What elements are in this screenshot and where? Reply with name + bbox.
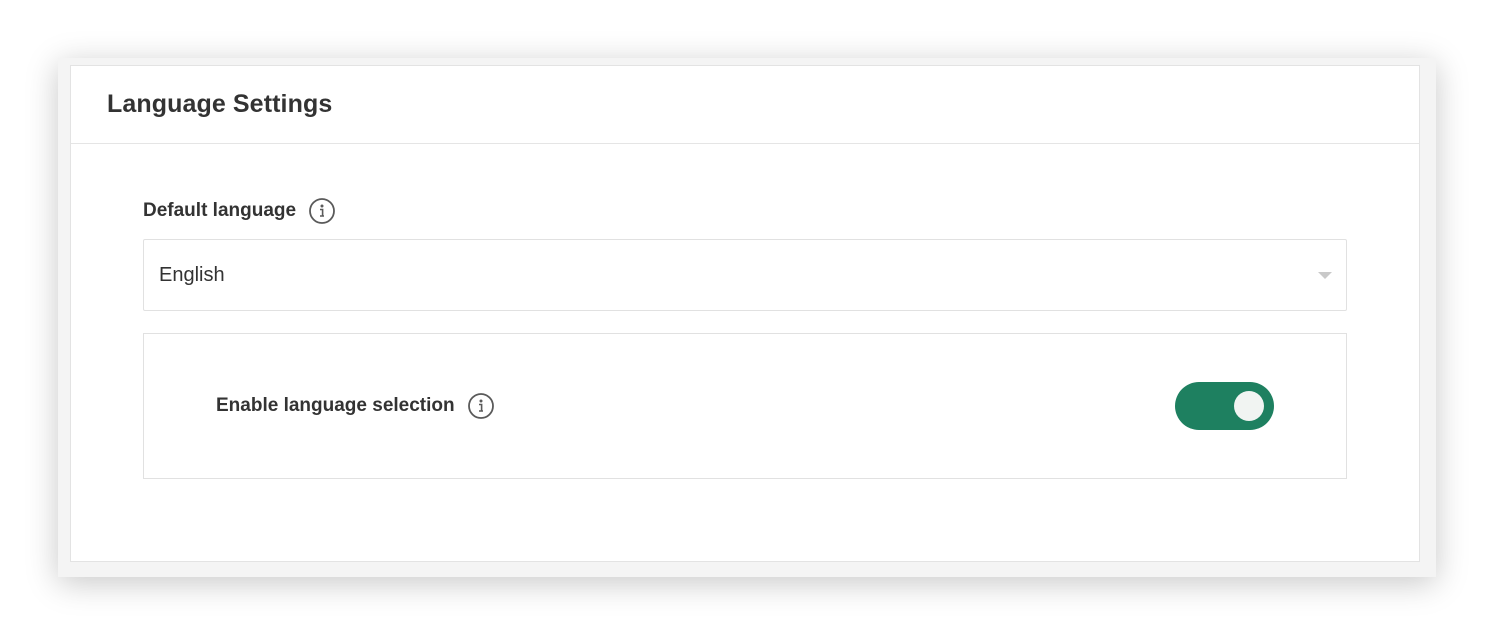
page-title: Language Settings [107, 90, 333, 118]
language-settings-panel: Language Settings Default language Engli… [70, 65, 1420, 562]
toggle-knob [1234, 391, 1264, 421]
panel-body: Default language English Enable language… [71, 144, 1419, 479]
chevron-down-icon [1318, 272, 1332, 279]
panel-header: Language Settings [71, 66, 1419, 144]
language-selection-card: Enable language selection [143, 333, 1347, 479]
language-selection-label: Enable language selection [216, 395, 455, 416]
language-selection-toggle[interactable] [1175, 382, 1274, 430]
info-circle-icon[interactable] [308, 197, 336, 225]
default-language-value: English [159, 263, 225, 286]
language-selection-label-row: Enable language selection [216, 392, 495, 420]
default-language-label-row: Default language [143, 196, 1347, 226]
settings-window: Language Settings Default language Engli… [58, 58, 1436, 577]
default-language-select[interactable]: English [143, 239, 1347, 311]
info-circle-icon[interactable] [467, 392, 495, 420]
default-language-label: Default language [143, 200, 297, 221]
